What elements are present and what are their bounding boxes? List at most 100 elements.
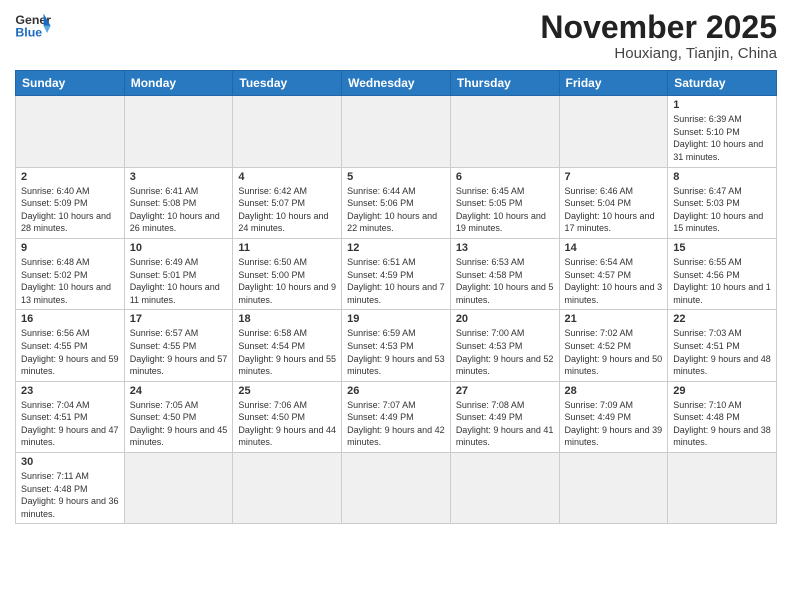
calendar-cell: 6 Sunrise: 6:45 AM Sunset: 5:05 PM Daylig… [450, 167, 559, 238]
day-info: Sunrise: 7:02 AM Sunset: 4:52 PM Dayligh… [565, 327, 663, 377]
day-number: 3 [130, 171, 228, 183]
day-info: Sunrise: 6:44 AM Sunset: 5:06 PM Dayligh… [347, 185, 445, 235]
calendar-cell: 22 Sunrise: 7:03 AM Sunset: 4:51 PM Dayli… [668, 310, 777, 381]
calendar-cell [342, 453, 451, 524]
calendar-cell [16, 96, 125, 167]
calendar-cell: 25Sunrise: 7:06 AM Sunset: 4:50 PM Dayli… [233, 381, 342, 452]
calendar-cell: 28 Sunrise: 7:09 AM Sunset: 4:49 PM Dayli… [559, 381, 668, 452]
day-number: 7 [565, 171, 663, 183]
day-number: 24 [130, 385, 228, 397]
day-number: 25 [238, 385, 336, 397]
generalblue-logo-icon: General Blue [15, 10, 51, 40]
calendar-cell [342, 96, 451, 167]
calendar-week-row: 2 Sunrise: 6:40 AM Sunset: 5:09 PM Daylig… [16, 167, 777, 238]
calendar-cell [233, 96, 342, 167]
day-number: 15 [673, 242, 771, 254]
calendar-cell: 19 Sunrise: 6:59 AM Sunset: 4:53 PM Dayli… [342, 310, 451, 381]
day-number: 8 [673, 171, 771, 183]
day-number: 1 [673, 99, 771, 111]
day-number: 19 [347, 313, 445, 325]
day-info: Sunrise: 6:46 AM Sunset: 5:04 PM Dayligh… [565, 185, 663, 235]
day-number: 4 [238, 171, 336, 183]
day-info: Sunrise: 6:53 AM Sunset: 4:58 PM Dayligh… [456, 256, 554, 306]
day-number: 28 [565, 385, 663, 397]
day-info: Sunrise: 6:55 AM Sunset: 4:56 PM Dayligh… [673, 256, 771, 306]
calendar-cell: 26 Sunrise: 7:07 AM Sunset: 4:49 PM Dayli… [342, 381, 451, 452]
weekday-header-wednesday: Wednesday [342, 71, 451, 96]
calendar-cell: 11 Sunrise: 6:50 AM Sunset: 5:00 PM Dayli… [233, 238, 342, 309]
title-block: November 2025 Houxiang, Tianjin, China [540, 10, 777, 62]
day-info: Sunrise: 6:50 AM Sunset: 5:00 PM Dayligh… [238, 256, 336, 306]
calendar-table: SundayMondayTuesdayWednesdayThursdayFrid… [15, 70, 777, 524]
day-number: 30 [21, 456, 119, 468]
day-number: 12 [347, 242, 445, 254]
weekday-header-friday: Friday [559, 71, 668, 96]
calendar-cell: 29Sunrise: 7:10 AM Sunset: 4:48 PM Dayli… [668, 381, 777, 452]
calendar-cell [559, 453, 668, 524]
calendar-cell: 27 Sunrise: 7:08 AM Sunset: 4:49 PM Dayli… [450, 381, 559, 452]
calendar-week-row: 16 Sunrise: 6:56 AM Sunset: 4:55 PM Dayli… [16, 310, 777, 381]
day-info: Sunrise: 6:45 AM Sunset: 5:05 PM Dayligh… [456, 185, 554, 235]
day-info: Sunrise: 7:07 AM Sunset: 4:49 PM Dayligh… [347, 399, 445, 449]
calendar-cell: 17 Sunrise: 6:57 AM Sunset: 4:55 PM Dayli… [124, 310, 233, 381]
calendar-cell: 24Sunrise: 7:05 AM Sunset: 4:50 PM Dayli… [124, 381, 233, 452]
day-info: Sunrise: 7:10 AM Sunset: 4:48 PM Dayligh… [673, 399, 771, 449]
day-info: Sunrise: 6:51 AM Sunset: 4:59 PM Dayligh… [347, 256, 445, 306]
day-number: 18 [238, 313, 336, 325]
weekday-header-thursday: Thursday [450, 71, 559, 96]
calendar-cell: 3 Sunrise: 6:41 AM Sunset: 5:08 PM Daylig… [124, 167, 233, 238]
calendar-cell: 23Sunrise: 7:04 AM Sunset: 4:51 PM Dayli… [16, 381, 125, 452]
day-number: 26 [347, 385, 445, 397]
day-info: Sunrise: 7:03 AM Sunset: 4:51 PM Dayligh… [673, 327, 771, 377]
day-info: Sunrise: 6:40 AM Sunset: 5:09 PM Dayligh… [21, 185, 119, 235]
day-number: 17 [130, 313, 228, 325]
calendar-cell [559, 96, 668, 167]
weekday-header-monday: Monday [124, 71, 233, 96]
calendar-week-row: 9Sunrise: 6:48 AM Sunset: 5:02 PM Daylig… [16, 238, 777, 309]
svg-text:Blue: Blue [15, 25, 42, 39]
calendar-cell: 10 Sunrise: 6:49 AM Sunset: 5:01 PM Dayli… [124, 238, 233, 309]
calendar-week-row: 23Sunrise: 7:04 AM Sunset: 4:51 PM Dayli… [16, 381, 777, 452]
page: General Blue November 2025 Houxiang, Tia… [0, 0, 792, 534]
day-info: Sunrise: 7:04 AM Sunset: 4:51 PM Dayligh… [21, 399, 119, 449]
calendar-cell: 14Sunrise: 6:54 AM Sunset: 4:57 PM Dayli… [559, 238, 668, 309]
day-info: Sunrise: 6:56 AM Sunset: 4:55 PM Dayligh… [21, 327, 119, 377]
month-title: November 2025 [540, 10, 777, 45]
day-info: Sunrise: 6:58 AM Sunset: 4:54 PM Dayligh… [238, 327, 336, 377]
calendar-week-row: 1Sunrise: 6:39 AM Sunset: 5:10 PM Daylig… [16, 96, 777, 167]
calendar-cell: 4 Sunrise: 6:42 AM Sunset: 5:07 PM Daylig… [233, 167, 342, 238]
calendar-cell: 1Sunrise: 6:39 AM Sunset: 5:10 PM Daylig… [668, 96, 777, 167]
calendar-cell [233, 453, 342, 524]
logo: General Blue [15, 10, 51, 40]
day-number: 10 [130, 242, 228, 254]
calendar-cell: 13Sunrise: 6:53 AM Sunset: 4:58 PM Dayli… [450, 238, 559, 309]
location: Houxiang, Tianjin, China [540, 45, 777, 62]
day-info: Sunrise: 7:09 AM Sunset: 4:49 PM Dayligh… [565, 399, 663, 449]
day-info: Sunrise: 6:42 AM Sunset: 5:07 PM Dayligh… [238, 185, 336, 235]
calendar-cell: 16 Sunrise: 6:56 AM Sunset: 4:55 PM Dayli… [16, 310, 125, 381]
day-number: 6 [456, 171, 554, 183]
day-info: Sunrise: 7:08 AM Sunset: 4:49 PM Dayligh… [456, 399, 554, 449]
day-number: 11 [238, 242, 336, 254]
weekday-header-saturday: Saturday [668, 71, 777, 96]
calendar-cell [124, 453, 233, 524]
day-number: 2 [21, 171, 119, 183]
day-number: 20 [456, 313, 554, 325]
weekday-header-row: SundayMondayTuesdayWednesdayThursdayFrid… [16, 71, 777, 96]
day-info: Sunrise: 7:11 AM Sunset: 4:48 PM Dayligh… [21, 470, 119, 520]
day-info: Sunrise: 7:00 AM Sunset: 4:53 PM Dayligh… [456, 327, 554, 377]
day-number: 27 [456, 385, 554, 397]
day-info: Sunrise: 6:49 AM Sunset: 5:01 PM Dayligh… [130, 256, 228, 306]
calendar-cell: 21Sunrise: 7:02 AM Sunset: 4:52 PM Dayli… [559, 310, 668, 381]
day-number: 14 [565, 242, 663, 254]
day-info: Sunrise: 6:41 AM Sunset: 5:08 PM Dayligh… [130, 185, 228, 235]
day-info: Sunrise: 6:48 AM Sunset: 5:02 PM Dayligh… [21, 256, 119, 306]
day-info: Sunrise: 6:59 AM Sunset: 4:53 PM Dayligh… [347, 327, 445, 377]
calendar-cell: 9Sunrise: 6:48 AM Sunset: 5:02 PM Daylig… [16, 238, 125, 309]
calendar-cell: 18 Sunrise: 6:58 AM Sunset: 4:54 PM Dayli… [233, 310, 342, 381]
calendar-cell: 20 Sunrise: 7:00 AM Sunset: 4:53 PM Dayli… [450, 310, 559, 381]
day-number: 22 [673, 313, 771, 325]
day-info: Sunrise: 6:57 AM Sunset: 4:55 PM Dayligh… [130, 327, 228, 377]
day-number: 16 [21, 313, 119, 325]
calendar-cell: 7 Sunrise: 6:46 AM Sunset: 5:04 PM Daylig… [559, 167, 668, 238]
